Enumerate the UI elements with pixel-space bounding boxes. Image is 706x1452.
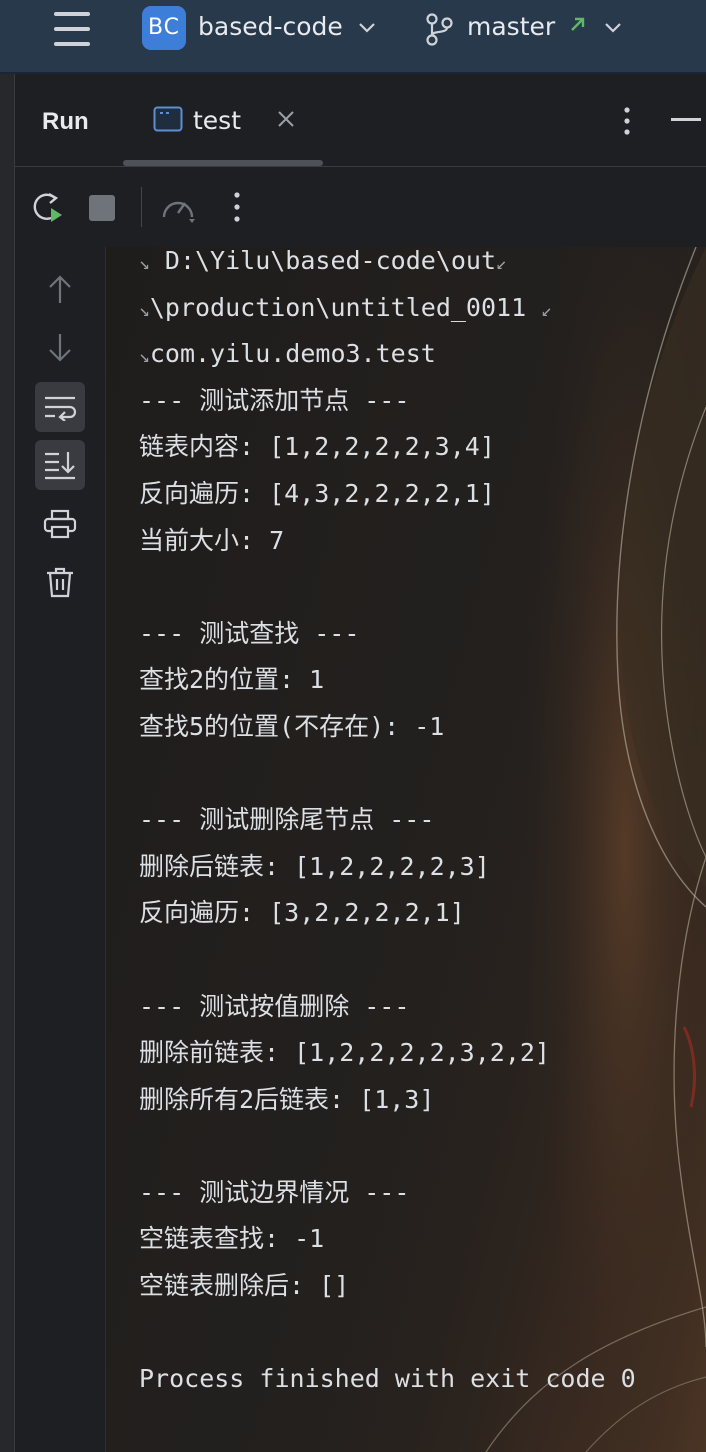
console-line: 反向遍历: [3,2,2,2,2,1]: [139, 898, 465, 928]
chevron-down-icon[interactable]: [356, 16, 378, 38]
more-vertical-icon[interactable]: [617, 106, 637, 136]
console-line: --- 测试查找 ---: [139, 618, 360, 648]
console-line: 链表内容: [1,2,2,2,2,3,4]: [139, 432, 495, 462]
console-line: --- 测试边界情况 ---: [139, 1177, 410, 1207]
project-name[interactable]: based-code: [198, 12, 343, 41]
hamburger-icon[interactable]: [54, 12, 90, 46]
wrap-start-icon: ↘: [139, 299, 150, 321]
scroll-down-icon[interactable]: [35, 323, 85, 373]
soft-wrap-icon[interactable]: [35, 382, 85, 432]
console-line: --- 测试删除尾节点 ---: [139, 805, 435, 835]
title-bar: BC based-code master: [0, 0, 706, 74]
console-line: ↘ D:\Yilu\based-code\out↙: [139, 247, 507, 275]
wrap-start-icon: ↘: [139, 253, 150, 274]
wrap-end-icon: ↙: [496, 253, 507, 274]
console-lines: ↘ D:\Yilu\based-code\out↙ ↘\production\u…: [139, 247, 636, 1403]
console-line: Process finished with exit code 0: [139, 1364, 636, 1394]
more-vertical-icon[interactable]: [227, 189, 247, 225]
stop-icon[interactable]: [89, 195, 115, 221]
console-line: --- 测试添加节点 ---: [139, 385, 410, 415]
scroll-up-icon[interactable]: [35, 264, 85, 314]
wrap-end-icon: ↙: [541, 299, 553, 321]
rerun-icon[interactable]: [29, 189, 65, 225]
console-line: ↘\production\untitled_0011 ↙: [139, 292, 553, 322]
console-icon: [153, 106, 183, 132]
profiler-icon[interactable]: [159, 189, 197, 225]
wrap-start-icon: ↘: [139, 346, 150, 368]
console-line: 删除前链表: [1,2,2,2,2,3,2,2]: [139, 1038, 550, 1068]
console-line: 当前大小: 7: [139, 525, 285, 555]
console-line: 删除所有2后链表: [1,3]: [139, 1084, 435, 1114]
console-side-actions: [15, 247, 106, 1452]
arrow-up-right-icon: [571, 17, 585, 31]
left-gutter: [0, 74, 15, 1452]
tab-label: test: [193, 106, 242, 135]
console-output[interactable]: ↘ D:\Yilu\based-code\out↙ ↘\production\u…: [106, 247, 706, 1452]
console-line: 查找5的位置(不存在): -1: [139, 711, 445, 741]
run-tab-bar: Run test: [15, 74, 706, 167]
project-badge[interactable]: BC: [142, 6, 186, 50]
console-line: 空链表删除后: []: [139, 1271, 350, 1301]
console-line: 删除后链表: [1,2,2,2,2,3]: [139, 851, 490, 881]
console-line: ↘com.yilu.demo3.test: [139, 339, 436, 369]
console-line: --- 测试按值删除 ---: [139, 991, 410, 1021]
run-panel-title: Run: [42, 108, 89, 135]
toolbar-separator: [141, 187, 142, 227]
minimize-icon[interactable]: [671, 118, 701, 121]
close-icon[interactable]: [275, 108, 297, 130]
console-line: 反向遍历: [4,3,2,2,2,2,1]: [139, 478, 495, 508]
tab-selected-indicator: [123, 160, 323, 166]
trash-icon[interactable]: [35, 557, 85, 607]
console-line: 查找2的位置: 1: [139, 665, 325, 695]
branch-icon[interactable]: [424, 12, 454, 46]
branch-name[interactable]: master: [467, 12, 555, 41]
chevron-down-icon[interactable]: [602, 16, 624, 38]
print-icon[interactable]: [35, 499, 85, 549]
tab-test[interactable]: test: [123, 74, 323, 166]
console-line: 空链表查找: -1: [139, 1224, 325, 1254]
run-toolbar: [15, 167, 706, 247]
scroll-to-end-icon[interactable]: [35, 440, 85, 490]
